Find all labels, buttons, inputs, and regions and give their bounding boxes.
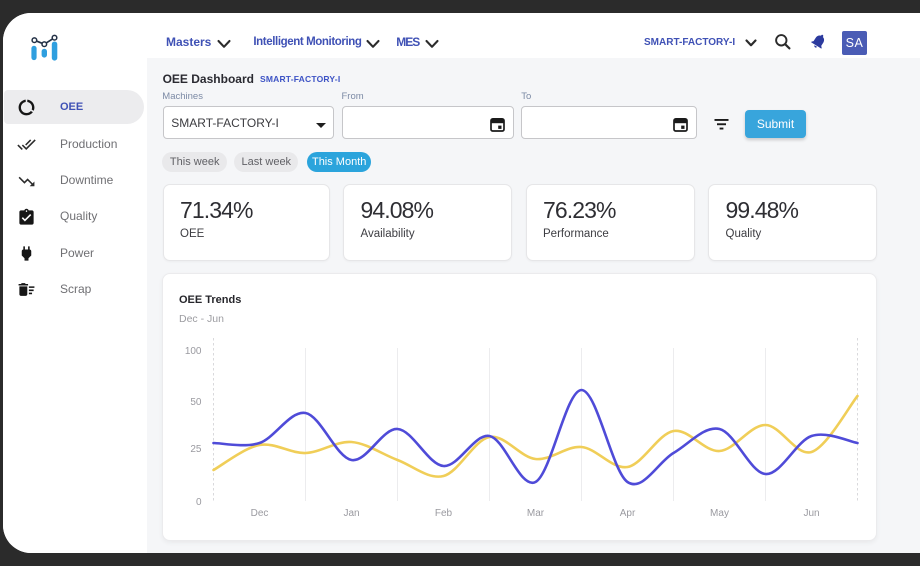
svg-text:Mar: Mar <box>526 508 544 519</box>
svg-text:Jan: Jan <box>343 508 359 519</box>
svg-text:Apr: Apr <box>619 508 635 519</box>
svg-text:Feb: Feb <box>434 508 452 519</box>
svg-text:25: 25 <box>190 444 202 455</box>
svg-text:50: 50 <box>190 397 202 408</box>
svg-text:0: 0 <box>195 497 201 508</box>
svg-text:Jun: Jun <box>803 508 819 519</box>
svg-text:Dec: Dec <box>250 508 268 519</box>
svg-text:100: 100 <box>184 346 201 357</box>
svg-text:May: May <box>710 508 729 519</box>
